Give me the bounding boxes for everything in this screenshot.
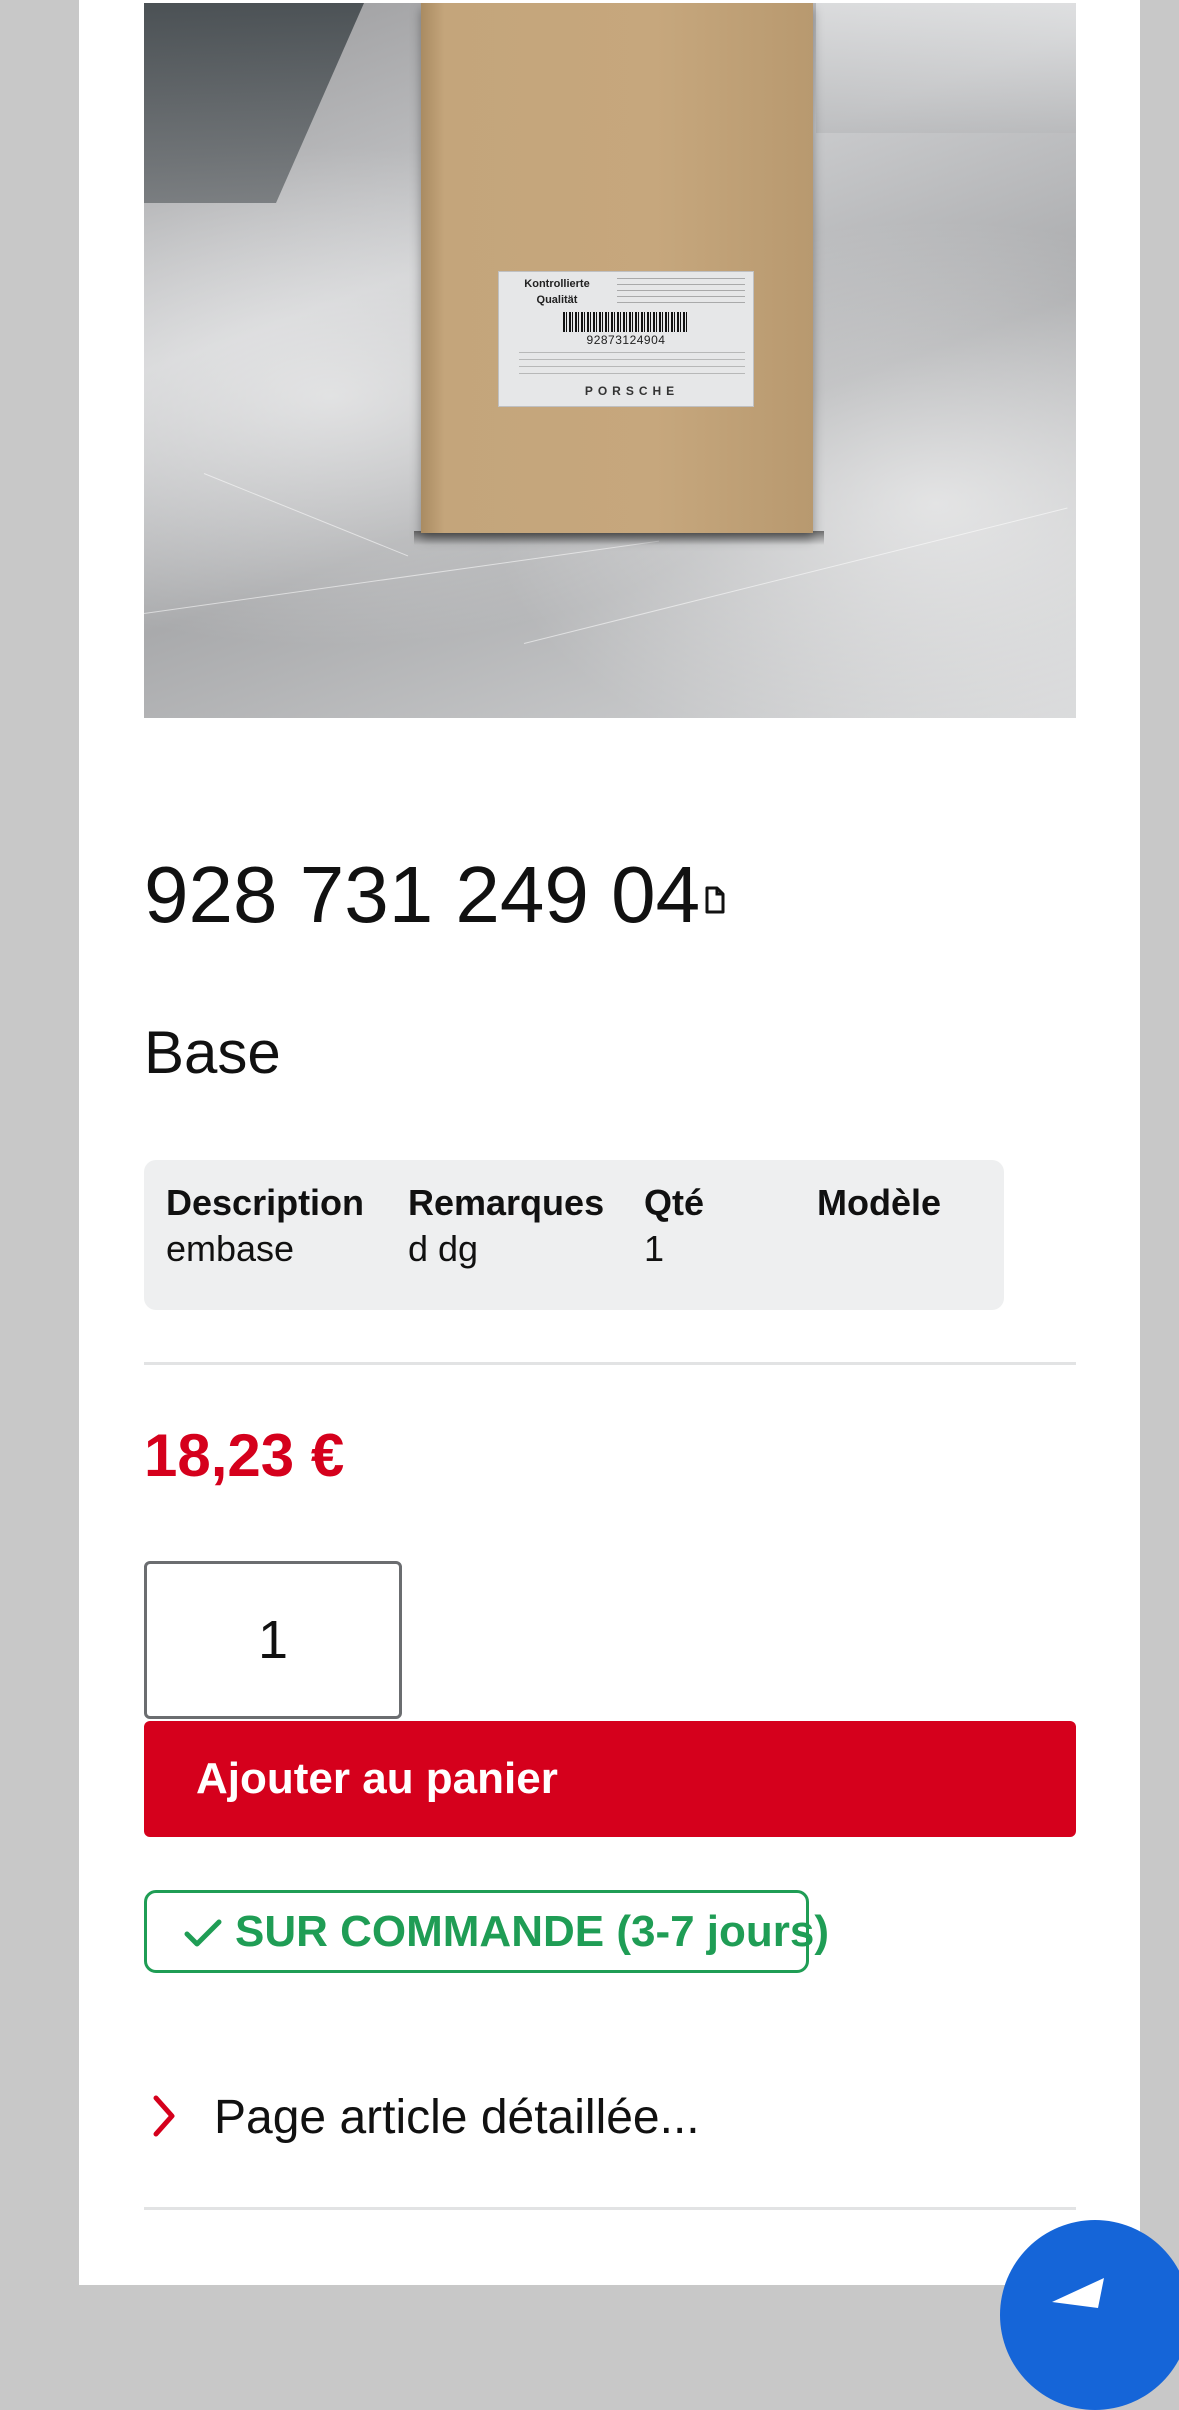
document-icon[interactable] (705, 886, 725, 914)
stock-status-badge: SUR COMMANDE (3-7 jours) (144, 1890, 829, 1973)
barcode-number: 92873124904 (586, 333, 666, 347)
table-header: Qté (644, 1182, 705, 1223)
divider (144, 2207, 1076, 2210)
table-cell: 1 (644, 1228, 665, 1269)
divider (144, 1362, 1076, 1365)
table-column-remarks: Remarques d dg (408, 1180, 604, 1272)
table-column-description: Description embase (166, 1180, 364, 1272)
detail-page-link[interactable]: Page article détaillée... (144, 2080, 1076, 2156)
check-icon (184, 1919, 222, 1947)
table-column-model: Modèle (817, 1180, 941, 1226)
label-title: Kontrollierte Qualität (524, 278, 590, 306)
photo-scratch (144, 540, 660, 614)
chat-button[interactable] (1000, 2220, 1179, 2410)
barcode (563, 312, 687, 332)
cardboard-box (421, 3, 813, 533)
box-shadow (414, 531, 824, 545)
stock-status-text: SUR COMMANDE (3-7 jours) (235, 1907, 830, 1956)
product-image[interactable]: Kontrollierte Qualität 92873124904 PORSC… (144, 3, 1076, 718)
table-header: Description (166, 1182, 365, 1223)
detail-link-label: Page article détaillée... (214, 2091, 700, 2144)
table-header: Modèle (817, 1182, 942, 1223)
part-number: 928 731 249 04 (144, 850, 701, 939)
photo-background-shelf (144, 3, 364, 203)
label-fine-lines (519, 352, 745, 374)
table-column-qty: Qté 1 (644, 1180, 704, 1272)
label-fine-print (617, 278, 745, 308)
chat-icon (1052, 2278, 1104, 2308)
table-header: Remarques (408, 1182, 605, 1223)
add-to-cart-button[interactable]: Ajouter au panier (144, 1721, 1076, 1837)
box-label: Kontrollierte Qualität 92873124904 PORSC… (498, 271, 754, 407)
part-name: Base (144, 1019, 281, 1086)
chevron-right-icon (153, 2095, 175, 2137)
photo-scratch (203, 473, 409, 557)
label-brand: PORSCHE (584, 384, 680, 398)
info-table: Description embase Remarques d dg Qté 1 … (144, 1160, 1004, 1310)
table-cell: d dg (408, 1228, 479, 1269)
quantity-input[interactable] (144, 1561, 402, 1719)
photo-background-right (816, 3, 1076, 133)
price: 18,23 € (144, 1422, 345, 1489)
table-cell: embase (166, 1228, 295, 1269)
